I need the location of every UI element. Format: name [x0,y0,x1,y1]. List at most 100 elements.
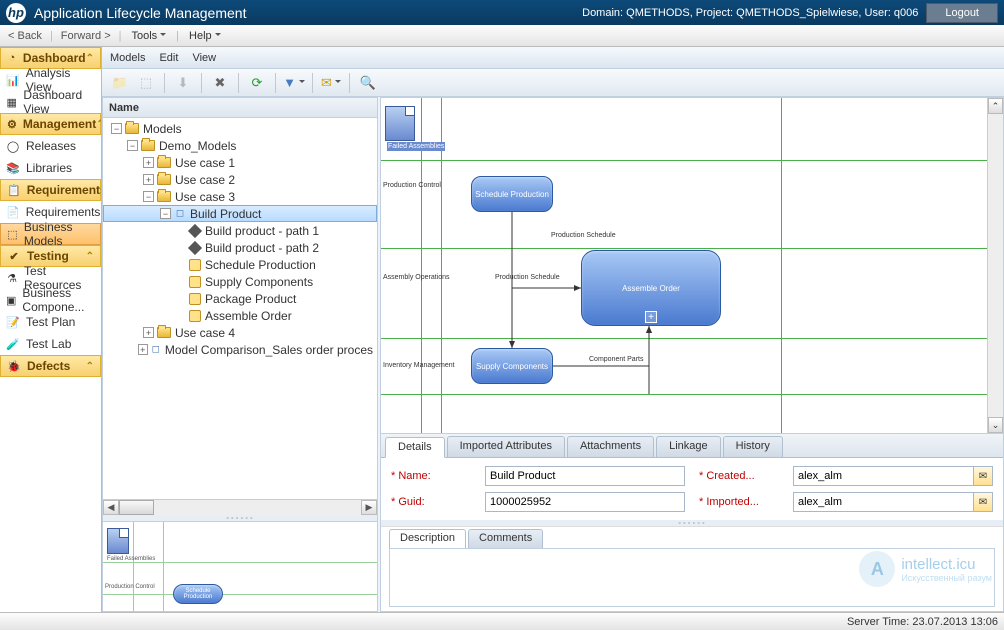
expand-icon[interactable]: + [143,157,154,168]
back-button[interactable]: < Back [4,30,46,42]
sidebar-item-label: Test Lab [26,337,71,351]
tree-header-name[interactable]: Name [103,98,377,118]
tree-row-supply[interactable]: Supply Components [103,273,377,290]
chevron-up-icon: ⌃ [86,251,94,262]
tab-details[interactable]: Details [385,437,445,458]
tree-row-assemble[interactable]: Assemble Order [103,307,377,324]
tree-label: Build product - path 1 [205,224,319,238]
models-icon: ⬚ [7,227,18,241]
tree-row-schedule[interactable]: Schedule Production [103,256,377,273]
tree-label: Use case 3 [175,190,235,204]
find-button[interactable]: 🔍 [356,72,380,94]
sidebar-item-test-lab[interactable]: 🧪Test Lab [0,333,101,355]
tree-row-uc3[interactable]: − Use case 3 [103,188,377,205]
folder-icon [141,140,155,151]
tree-row-model-comparison[interactable]: +◻Model Comparison_Sales order proces [103,341,377,358]
folder-icon [157,327,171,338]
user-picker-button[interactable]: ✉ [973,466,993,486]
guid-field[interactable] [485,492,685,512]
components-icon: ▣ [6,293,16,307]
tab-imported-attributes[interactable]: Imported Attributes [447,436,565,457]
created-by-field[interactable] [793,466,974,486]
delete-button[interactable]: ✖ [208,72,232,94]
diagram-vscrollbar[interactable]: ⌃ ⌄ [987,98,1003,433]
sidebar-group-management[interactable]: ⚙Management⌃ [0,113,101,135]
mail-button[interactable]: ✉ [319,72,343,94]
folder-icon [157,174,171,185]
diagram-panel: Failed Assemblies Production Control Ass… [380,97,1004,612]
expand-icon[interactable]: + [143,327,154,338]
tree-row-uc1[interactable]: + Use case 1 [103,154,377,171]
scroll-left-button[interactable]: ◀ [103,500,119,515]
collapse-icon[interactable]: − [160,208,171,219]
collapse-icon[interactable]: − [127,140,138,151]
tree-row-models[interactable]: −Models [103,120,377,137]
tree-label: Build Product [190,207,261,221]
model-icon: ◻ [174,208,186,220]
expand-icon[interactable]: + [138,344,148,355]
tree-row-build-product[interactable]: −◻ Build Product [103,205,377,222]
sidebar-group-requirements[interactable]: 📋Requirements⌃ [0,179,101,201]
forward-button[interactable]: Forward > [57,30,115,42]
collapse-icon[interactable]: − [111,123,122,134]
sidebar-item-label: Dashboard View [23,88,95,116]
subtab-description[interactable]: Description [389,529,466,548]
refresh-button[interactable]: ⟳ [245,72,269,94]
sidebar-item-test-plan[interactable]: 📝Test Plan [0,311,101,333]
scroll-thumb[interactable] [119,500,154,515]
task-schedule-production[interactable]: Schedule Production [471,176,553,212]
tree-row-package[interactable]: Package Product [103,290,377,307]
path-icon [188,223,202,237]
edge-label: Production Schedule [495,274,560,281]
tree-label: Use case 1 [175,156,235,170]
diagram-canvas[interactable]: Failed Assemblies Production Control Ass… [381,98,987,433]
task-supply-components[interactable]: Supply Components [471,348,553,384]
tree-row-uc2[interactable]: +Use case 2 [103,171,377,188]
expand-icon[interactable]: + [143,174,154,185]
sidebar-group-label: Requirements [27,183,102,197]
hp-logo: hp [6,3,26,23]
filter-button[interactable]: ▼ [282,72,306,94]
name-field[interactable] [485,466,685,486]
scroll-right-button[interactable]: ▶ [361,500,377,515]
tree-body[interactable]: −Models −Demo_Models +Use case 1 +Use ca… [103,118,377,499]
server-time: Server Time: 23.07.2013 13:06 [847,616,998,628]
tree-row-demo[interactable]: −Demo_Models [103,137,377,154]
view-menu[interactable]: View [192,52,216,64]
tree-row-path1[interactable]: Build product - path 1 [103,222,377,239]
subtab-comments[interactable]: Comments [468,529,543,548]
scroll-down-button[interactable]: ⌄ [988,417,1003,433]
tab-attachments[interactable]: Attachments [567,436,654,457]
tab-linkage[interactable]: Linkage [656,436,721,457]
imported-by-field[interactable] [793,492,974,512]
tree-row-path2[interactable]: Build product - path 2 [103,239,377,256]
scroll-up-button[interactable]: ⌃ [988,98,1003,114]
sidebar-group-label: Dashboard [23,51,86,65]
tree-row-uc4[interactable]: +Use case 4 [103,324,377,341]
sidebar-item-dashboard-view[interactable]: ▦Dashboard View [0,91,101,113]
sidebar-item-business-models[interactable]: ⬚Business Models [0,223,101,245]
diagram-minimap[interactable]: Failed Assemblies Production Control Sch… [103,521,377,611]
sidebar-group-defects[interactable]: 🐞Defects⌃ [0,355,101,377]
data-object-failed-assemblies[interactable] [385,106,415,141]
help-menu[interactable]: Help [183,30,227,42]
models-menu[interactable]: Models [110,52,145,64]
logout-button[interactable]: Logout [926,3,998,23]
tree-hscrollbar[interactable]: ◀▶ [103,499,377,515]
sidebar-item-business-components[interactable]: ▣Business Compone... [0,289,101,311]
tree-label: Model Comparison_Sales order proces [165,343,373,357]
tools-menu[interactable]: Tools [125,30,172,42]
expand-subprocess-icon[interactable]: + [645,311,657,323]
tab-history[interactable]: History [723,436,783,457]
sidebar-item-releases[interactable]: ◯Releases [0,135,101,157]
user-picker-button[interactable]: ✉ [973,492,993,512]
testing-icon: ✔ [7,249,21,263]
description-textarea[interactable] [389,548,995,607]
sidebar-item-libraries[interactable]: 📚Libraries [0,157,101,179]
module-sidebar: ◔Dashboard⌃ 📊Analysis View ▦Dashboard Vi… [0,47,102,612]
edit-menu[interactable]: Edit [159,52,178,64]
new-folder-button: 📁 [108,72,132,94]
collapse-icon[interactable]: − [143,191,154,202]
chevron-up-icon: ⌃ [86,361,94,372]
subprocess-assemble-order[interactable]: Assemble Order+ [581,250,721,326]
